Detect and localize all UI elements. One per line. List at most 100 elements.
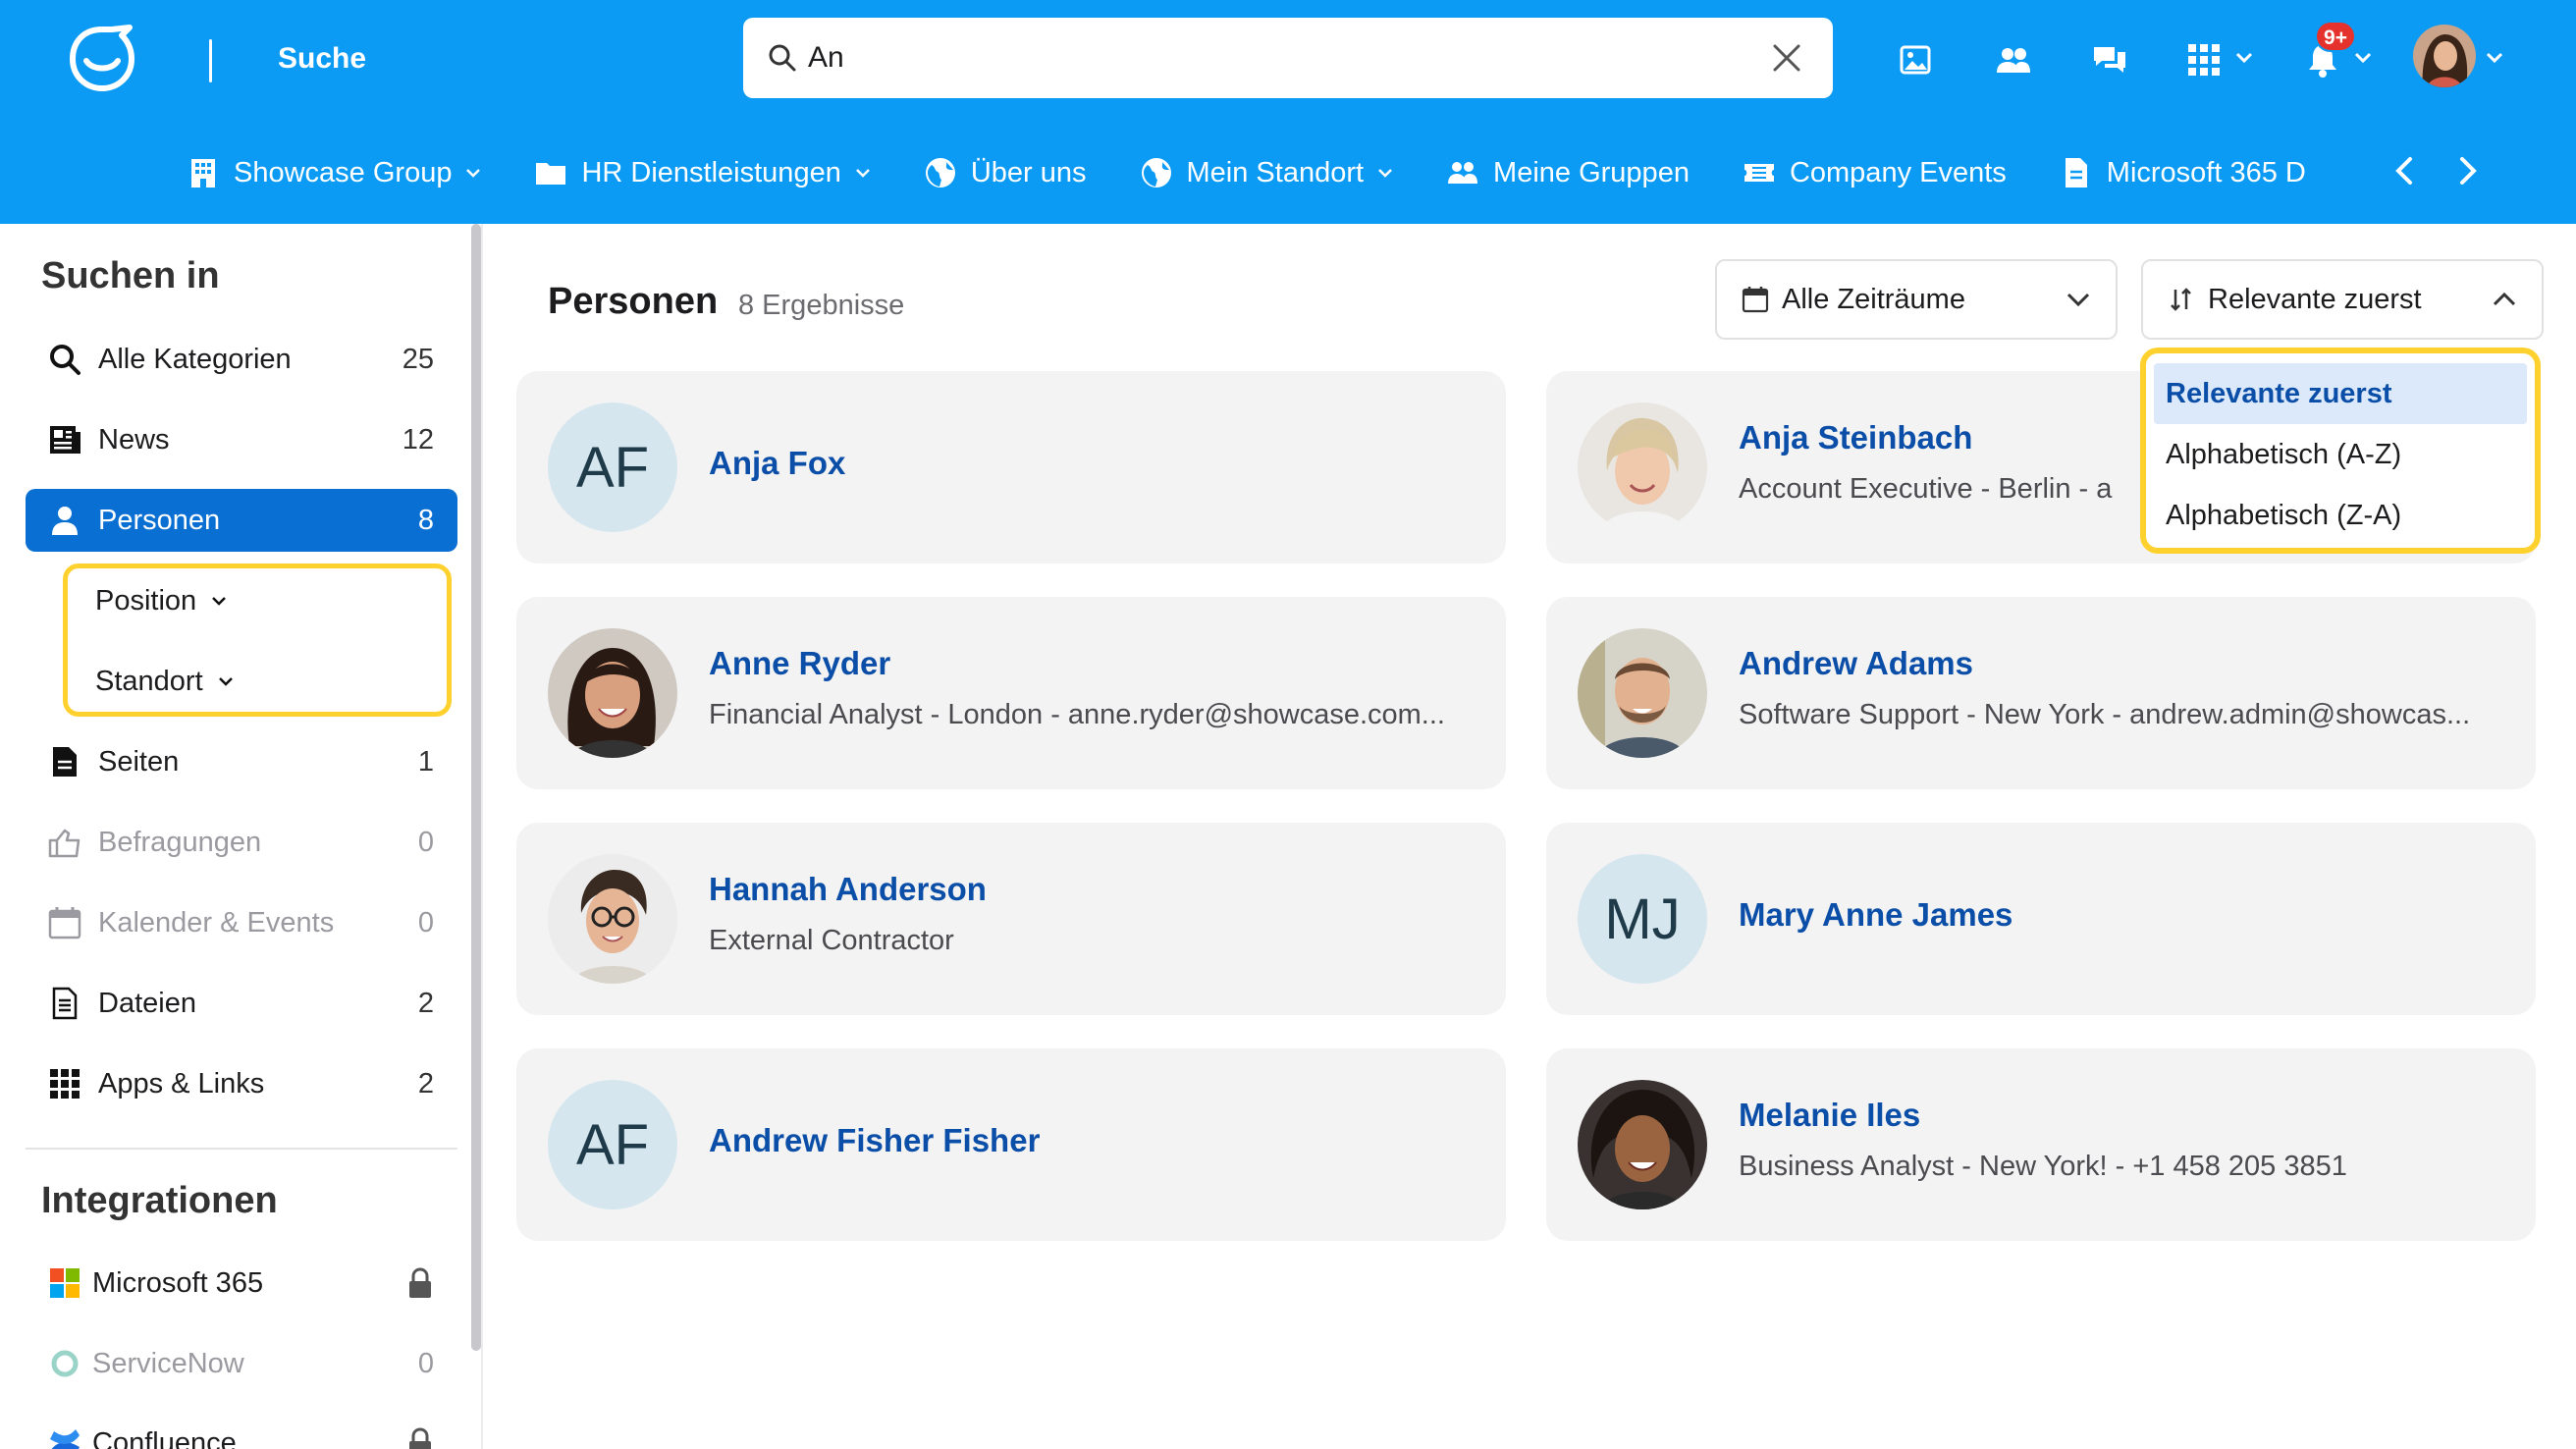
person-subtitle: Financial Analyst - London - anne.ryder@… [709, 699, 1445, 730]
nav-item-hr-dienstleistungen[interactable]: HR Dienstleistungen [534, 153, 870, 192]
chevron-down-icon [855, 169, 870, 178]
clear-search-icon[interactable] [1770, 41, 1803, 75]
sidebar-item-count: 12 [402, 424, 434, 456]
sidebar-item-label: Dateien [98, 988, 196, 1019]
chevron-down-icon[interactable] [2354, 51, 2372, 65]
chevron-down-icon [466, 169, 481, 178]
chat-icon[interactable] [2087, 37, 2132, 82]
person-name[interactable]: Andrew Adams [1739, 642, 1973, 685]
calendar-icon [48, 907, 81, 939]
person-card[interactable]: AF Anja Fox [516, 371, 1506, 564]
people-icon[interactable] [1991, 37, 2036, 82]
chevron-up-icon [2493, 292, 2516, 306]
integration-label: ServiceNow [92, 1348, 244, 1379]
chevron-left-icon[interactable] [2386, 151, 2425, 190]
sidebar-item-news[interactable]: News 12 [26, 408, 457, 471]
nav-item-showcase-group[interactable]: Showcase Group [187, 153, 481, 192]
apps-grid-icon[interactable] [2181, 37, 2227, 82]
search-input[interactable] [808, 33, 1691, 82]
sidebar-item-label: News [98, 424, 170, 456]
person-card[interactable]: MJ Mary Anne James [1546, 823, 2536, 1015]
nav-item-label: Company Events [1789, 157, 2007, 188]
confluence-logo-icon [50, 1429, 80, 1449]
person-name[interactable]: Anne Ryder [709, 642, 890, 685]
apps-grid-icon [50, 1069, 80, 1099]
sidebar-item-count: 8 [417, 505, 434, 536]
sidebar-heading: Suchen in [41, 255, 220, 296]
sidebar-item-dateien[interactable]: Dateien 2 [26, 972, 457, 1035]
nav-item-ueber-uns[interactable]: Über uns [924, 153, 1087, 192]
integration-servicenow[interactable]: ServiceNow 0 [26, 1332, 457, 1395]
nav-item-microsoft-365[interactable]: Microsoft 365 D [2060, 153, 2306, 192]
sidebar-divider [481, 224, 483, 1449]
integration-microsoft-365[interactable]: Microsoft 365 [26, 1252, 457, 1315]
sidebar-item-count: 0 [417, 907, 434, 939]
sidebar-item-count: 25 [402, 344, 434, 375]
app-logo[interactable] [65, 24, 139, 94]
nav-item-meine-gruppen[interactable]: Meine Gruppen [1446, 153, 1690, 192]
sidebar-item-personen[interactable]: Personen 8 [26, 489, 457, 552]
person-name[interactable]: Anja Fox [709, 442, 845, 485]
nav-item-label: HR Dienstleistungen [581, 157, 841, 188]
avatar: MJ [1578, 854, 1707, 984]
nav-item-label: Meine Gruppen [1493, 157, 1690, 188]
sidebar-scrollbar[interactable] [471, 224, 481, 1351]
sort-option-z-a[interactable]: Alphabetisch (Z-A) [2154, 485, 2527, 546]
person-card[interactable]: AF Andrew Fisher Fisher [516, 1048, 1506, 1241]
person-card[interactable]: Anne Ryder Financial Analyst - London - … [516, 597, 1506, 789]
building-icon [191, 159, 215, 188]
person-name[interactable]: Andrew Fisher Fisher [709, 1119, 1040, 1162]
sidebar-item-befragungen[interactable]: Befragungen 0 [26, 811, 457, 874]
sidebar-item-alle-kategorien[interactable]: Alle Kategorien 25 [26, 328, 457, 391]
document-icon [2065, 158, 2087, 188]
nav-item-label: Microsoft 365 D [2106, 157, 2306, 188]
person-card[interactable]: Hannah Anderson External Contractor [516, 823, 1506, 1015]
filter-standort[interactable]: Standort [95, 662, 235, 701]
person-name[interactable]: Hannah Anderson [709, 868, 987, 911]
person-name[interactable]: Melanie Iles [1739, 1094, 1920, 1137]
globe-icon [925, 158, 955, 188]
person-card[interactable]: Andrew Adams Software Support - New York… [1546, 597, 2536, 789]
chevron-right-icon[interactable] [2447, 151, 2487, 190]
integration-label: Microsoft 365 [92, 1267, 264, 1299]
chevron-down-icon[interactable] [2235, 51, 2253, 65]
time-filter-dropdown[interactable]: Alle Zeiträume [1715, 259, 2118, 340]
person-subtitle: Software Support - New York - andrew.adm… [1739, 699, 2471, 730]
user-avatar[interactable] [2413, 25, 2476, 87]
chevron-down-icon [212, 597, 227, 606]
sort-dropdown[interactable]: Relevante zuerst [2141, 259, 2544, 340]
sidebar-item-kalender-events[interactable]: Kalender & Events 0 [26, 891, 457, 954]
person-name[interactable]: Anja Steinbach [1739, 416, 1972, 459]
nav-item-company-events[interactable]: Company Events [1743, 153, 2007, 192]
image-icon[interactable] [1894, 37, 1939, 82]
sidebar-item-seiten[interactable]: Seiten 1 [26, 730, 457, 793]
top-header: Suche 9+ Sh [0, 0, 2576, 224]
person-card[interactable]: Melanie Iles Business Analyst - New York… [1546, 1048, 2536, 1241]
sort-option-relevant[interactable]: Relevante zuerst [2154, 363, 2527, 424]
sidebar-item-label: Befragungen [98, 827, 262, 858]
sidebar-separator [26, 1148, 457, 1150]
chevron-down-icon [2066, 293, 2090, 307]
search-icon [50, 345, 80, 375]
integration-confluence[interactable]: Confluence [26, 1412, 457, 1449]
calendar-icon [1742, 287, 1769, 313]
lock-icon [409, 1427, 431, 1449]
people-icon [1448, 162, 1478, 184]
filter-position[interactable]: Position [95, 581, 228, 620]
sidebar-item-apps-links[interactable]: Apps & Links 2 [26, 1052, 457, 1115]
nav-item-label: Mein Standort [1186, 157, 1365, 188]
avatar: AF [548, 402, 677, 532]
ticket-icon [1744, 164, 1774, 182]
results-count: 8 Ergebnisse [738, 290, 905, 321]
person-icon [52, 507, 78, 535]
person-subtitle: Account Executive - Berlin - a [1739, 473, 2113, 505]
nav-item-mein-standort[interactable]: Mein Standort [1140, 153, 1394, 192]
avatar [548, 628, 677, 758]
integration-count: 0 [417, 1348, 434, 1379]
search-bar[interactable] [743, 18, 1833, 98]
sidebar-item-label: Kalender & Events [98, 907, 335, 939]
sort-option-a-z[interactable]: Alphabetisch (A-Z) [2154, 424, 2527, 485]
avatar [1578, 402, 1707, 532]
person-name[interactable]: Mary Anne James [1739, 893, 2012, 937]
chevron-down-icon[interactable] [2486, 51, 2503, 65]
